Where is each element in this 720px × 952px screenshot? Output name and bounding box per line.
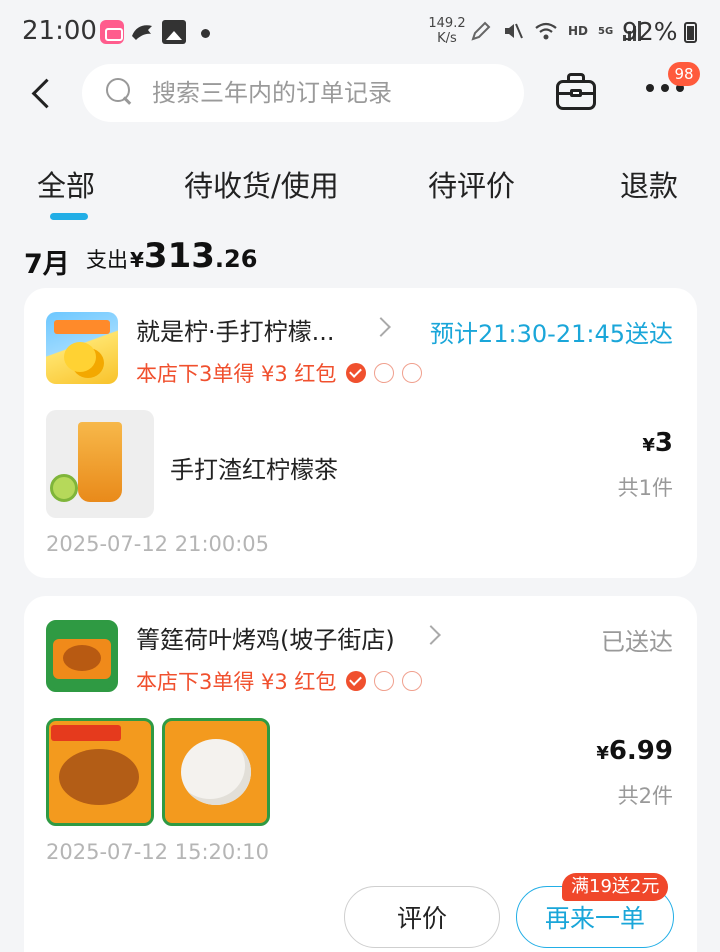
status-time: 21:00 <box>22 16 97 46</box>
empty-circle-icon <box>402 363 423 383</box>
tab-pending-delivery[interactable]: 待收货/使用 <box>184 163 339 205</box>
gallery-icon <box>162 20 186 44</box>
message-count-badge: 98 <box>668 62 700 86</box>
store-logo[interactable] <box>46 312 118 384</box>
empty-circle-icon <box>402 671 423 691</box>
spend-currency: ¥ <box>130 248 144 272</box>
product-thumbnail[interactable] <box>46 410 154 518</box>
mute-icon <box>505 23 523 39</box>
tab-refund[interactable]: 退款 <box>620 163 678 205</box>
dot-icon <box>646 84 654 92</box>
product-thumbnail[interactable] <box>162 718 270 826</box>
dot-icon <box>661 84 669 92</box>
item-count: 共2件 <box>617 784 673 808</box>
bilibili-icon <box>100 20 124 44</box>
order-status: 已送达 <box>601 628 673 656</box>
pen-icon <box>471 21 491 41</box>
order-price: ¥ 3 <box>642 428 673 458</box>
order-card[interactable]: 就是柠·手打柠檬... 预计21:30-21:45送达 本店下3单得 ¥3 红包… <box>24 288 697 578</box>
hd-label: HD <box>568 24 589 38</box>
item-count: 共1件 <box>617 476 673 500</box>
store-name[interactable]: 箐筳荷叶烤鸡(坡子街店) <box>136 620 395 655</box>
wifi-icon <box>535 22 557 40</box>
battery-icon <box>684 22 697 43</box>
notification-dot-icon <box>201 29 210 38</box>
price-value: 3 <box>654 428 673 458</box>
tab-pending-review[interactable]: 待评价 <box>428 163 515 205</box>
search-input[interactable] <box>152 76 492 110</box>
tab-all[interactable]: 全部 <box>37 163 95 205</box>
product-name: 手打渣红柠檬茶 <box>170 456 338 484</box>
more-options-button[interactable] <box>646 84 688 98</box>
chevron-right-icon[interactable] <box>371 317 391 337</box>
back-button[interactable] <box>28 74 58 114</box>
store-promo[interactable]: 本店下3单得 ¥3 红包 <box>136 358 423 388</box>
price-currency: ¥ <box>596 743 609 764</box>
search-icon <box>106 78 134 106</box>
network-type-label: 5G <box>598 25 614 37</box>
promo-text: 本店下3单得 ¥3 红包 <box>136 670 337 694</box>
empty-circle-icon <box>374 363 395 383</box>
month-label: 7月 <box>24 249 70 280</box>
toolbox-button[interactable] <box>553 70 599 116</box>
check-circle-icon <box>346 363 367 383</box>
spend-label: 支出 <box>86 248 128 272</box>
order-search-box[interactable] <box>82 64 524 122</box>
price-value: 6.99 <box>608 736 673 766</box>
status-icons: HD 5G <box>470 20 642 42</box>
order-status: 预计21:30-21:45送达 <box>430 320 673 348</box>
active-tab-indicator <box>50 213 88 220</box>
order-time: 2025-07-12 15:20:10 <box>46 840 270 864</box>
empty-circle-icon <box>374 671 395 691</box>
spend-amount-integer: 313 <box>143 236 215 276</box>
status-bar: 21:00 149.2 K/s HD 5G 92% <box>0 0 720 64</box>
network-speed: 149.2 K/s <box>428 16 466 46</box>
network-speed-unit: K/s <box>437 31 457 46</box>
store-logo[interactable] <box>46 620 118 692</box>
review-button[interactable]: 评价 <box>344 886 500 948</box>
network-speed-value: 149.2 <box>428 16 466 31</box>
battery-percent: 92% <box>622 17 678 46</box>
store-name[interactable]: 就是柠·手打柠檬... <box>136 312 335 347</box>
check-circle-icon <box>346 671 367 691</box>
product-thumbnail[interactable] <box>46 718 154 826</box>
chevron-right-icon[interactable] <box>421 625 441 645</box>
order-price: ¥ 6.99 <box>596 736 673 766</box>
reorder-promo-tag: 满19送2元 <box>562 873 669 901</box>
order-time: 2025-07-12 21:00:05 <box>46 532 270 556</box>
monthly-spend: 支出 ¥ 313 .26 <box>86 236 257 276</box>
store-promo[interactable]: 本店下3单得 ¥3 红包 <box>136 666 423 696</box>
promo-text: 本店下3单得 ¥3 红包 <box>136 362 337 386</box>
price-currency: ¥ <box>642 435 655 456</box>
shark-app-icon <box>130 20 154 44</box>
spend-amount-decimal: .26 <box>214 245 258 273</box>
order-card[interactable]: 箐筳荷叶烤鸡(坡子街店) 已送达 本店下3单得 ¥3 红包 ¥ 6.99 共2件… <box>24 596 697 952</box>
